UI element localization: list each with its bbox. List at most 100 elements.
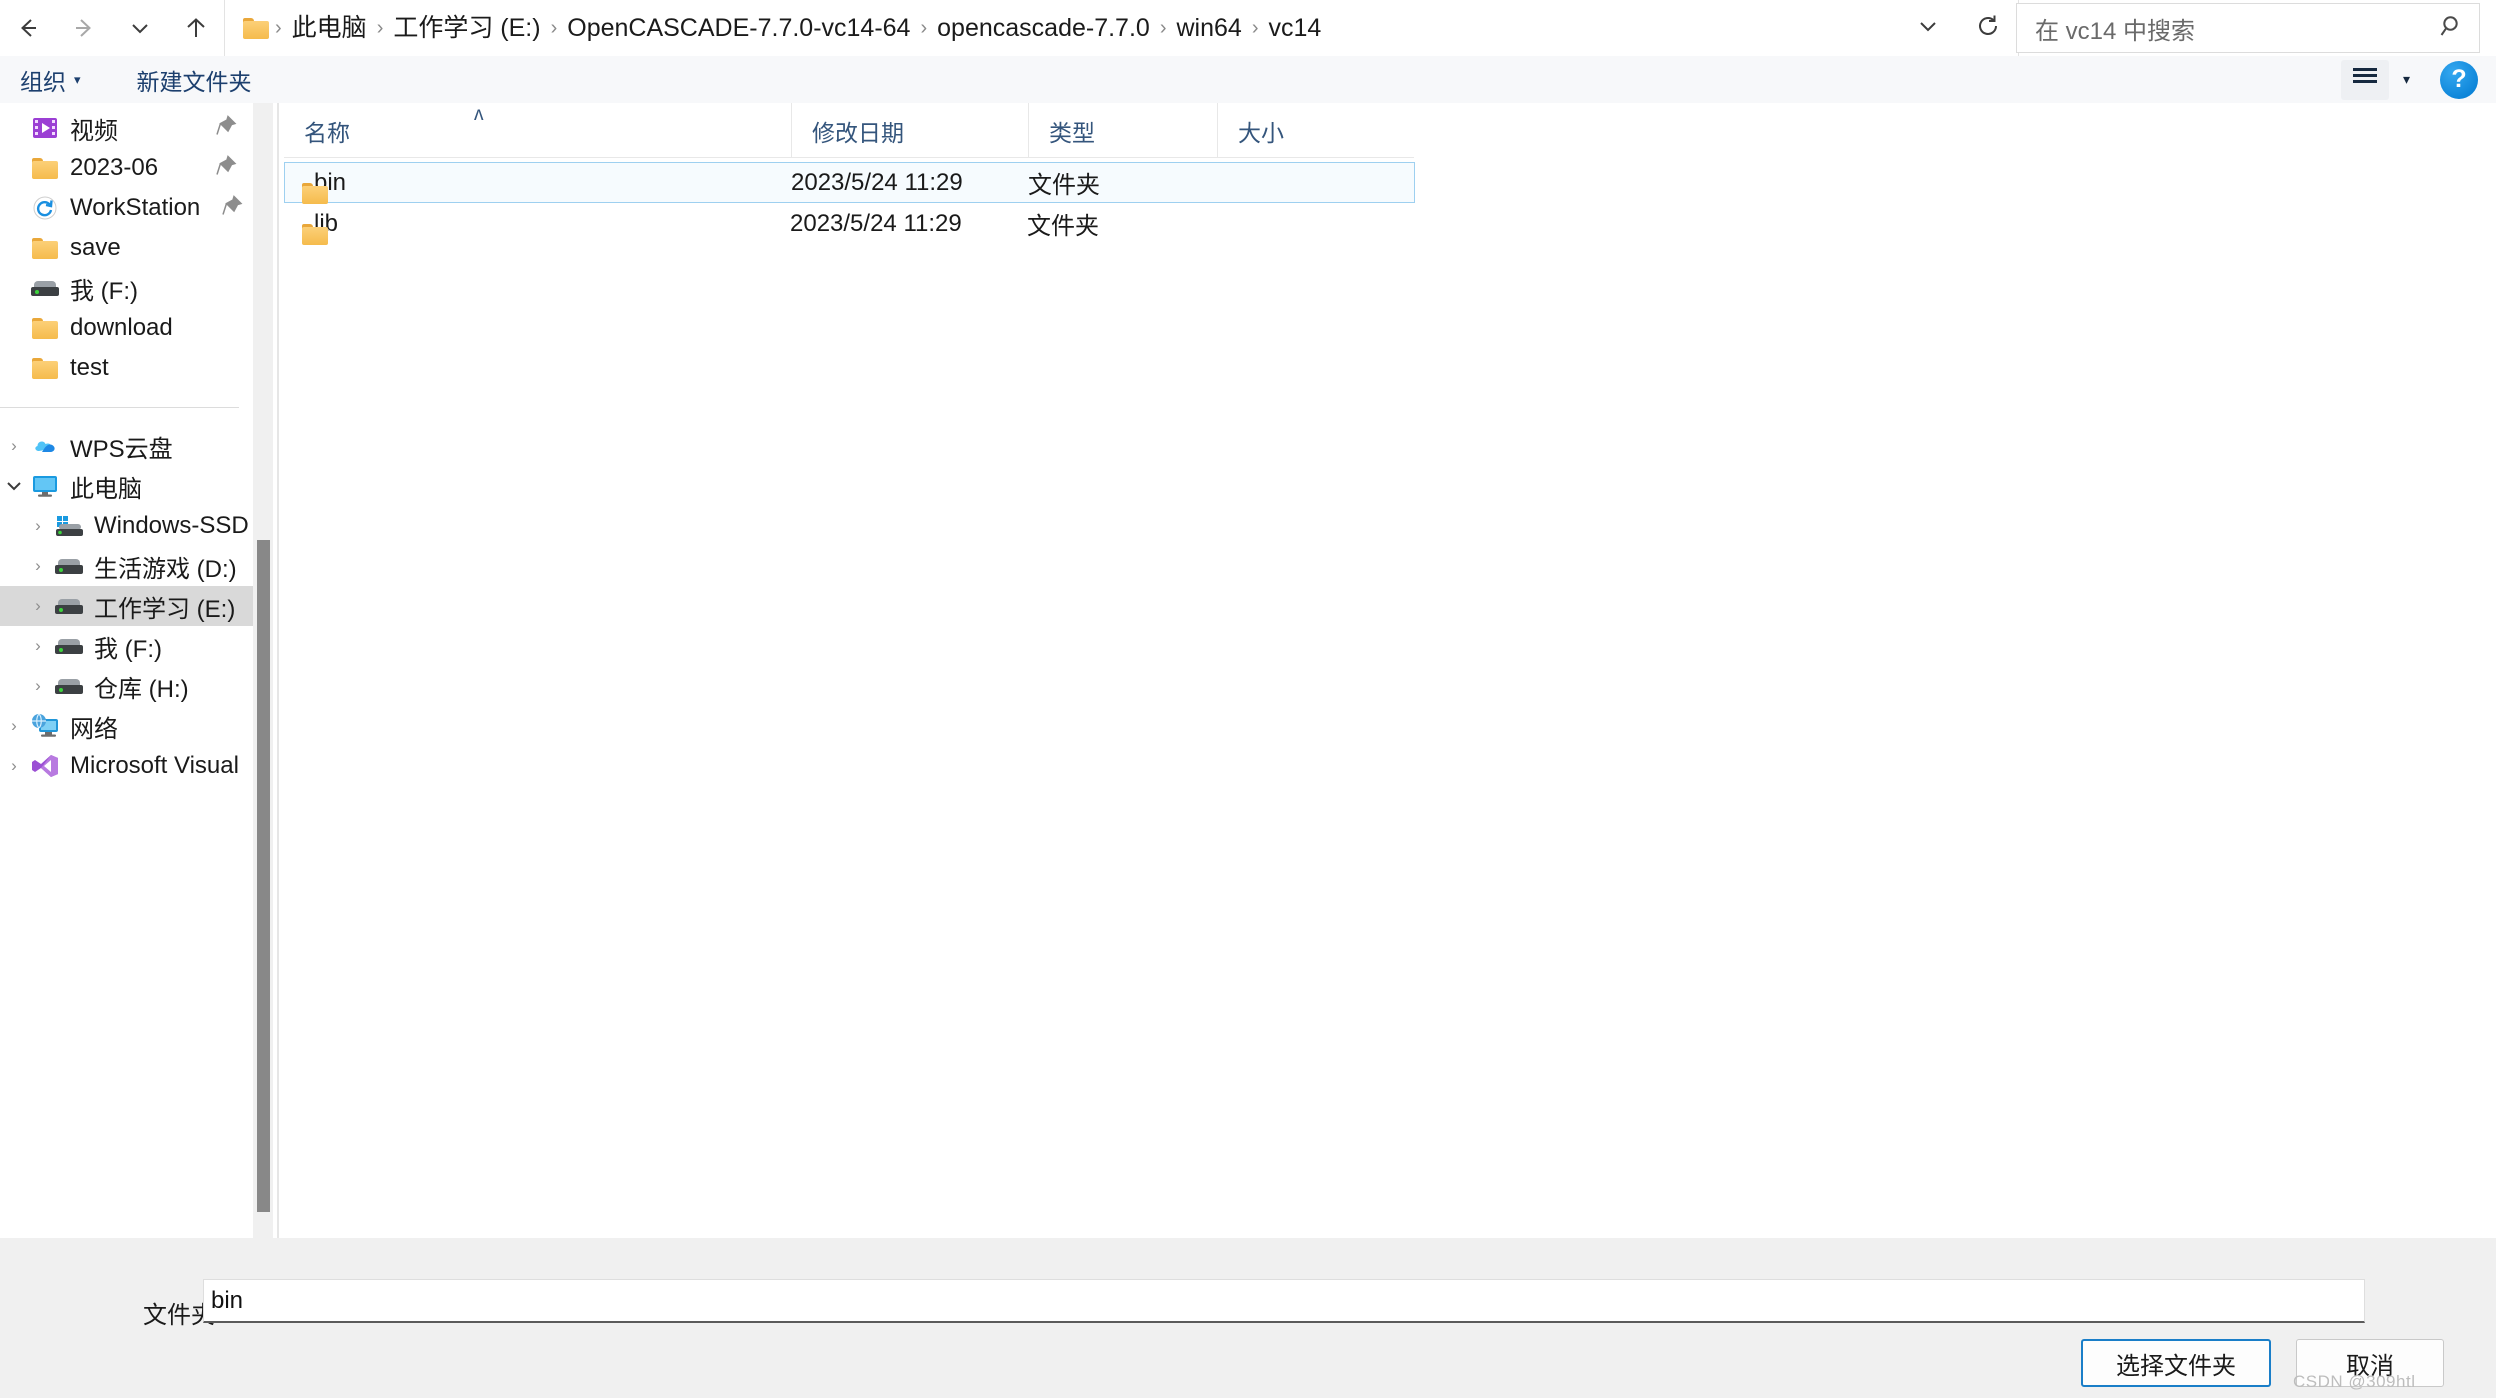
chevron-right-icon[interactable]: › [24,596,52,616]
column-header-date[interactable]: 修改日期 [791,103,1028,158]
address-dropdown-button[interactable] [1898,1,1958,55]
file-name-cell: bin [285,169,791,197]
breadcrumb-item-4[interactable]: win64 [1168,10,1249,47]
sidebar-item-video[interactable]: 视频 [0,108,253,148]
breadcrumb-separator: › [549,17,560,40]
this-pc-icon [28,474,62,498]
list-view-icon [2351,66,2379,93]
breadcrumb-separator: › [1250,17,1261,40]
help-button[interactable]: ? [2440,61,2478,99]
file-type: 文件夹 [1028,165,1217,200]
up-button[interactable] [168,0,224,56]
drive-icon [52,639,86,654]
chevron-down-icon[interactable] [0,477,28,495]
sidebar-item-label: 我 (F:) [94,629,162,664]
view-mode-button[interactable] [2341,60,2389,100]
sidebar-item-visual-studio[interactable]: › Microsoft Visual [0,746,253,786]
sidebar-item-label: save [70,234,121,262]
breadcrumb-item-5[interactable]: vc14 [1260,10,1329,47]
visual-studio-icon [28,752,62,780]
column-header-name[interactable]: ʌ 名称 [284,103,791,158]
search-box[interactable]: 在 vc14 中搜索 [2016,3,2480,53]
sync-folder-icon [28,195,62,221]
view-mode-chevron-down-icon[interactable]: ▾ [2403,71,2410,88]
pin-icon[interactable] [215,155,237,182]
organize-menu-button[interactable]: 组织 ▾ [6,56,95,103]
file-type: 文件夹 [1027,206,1216,241]
back-button[interactable] [0,0,56,56]
sidebar-item-h-drive[interactable]: › 仓库 (H:) [0,666,253,706]
chevron-down-icon: ▾ [74,72,81,88]
sidebar-item-network[interactable]: › 网络 [0,706,253,746]
chevron-down-icon [127,15,153,41]
chevron-right-icon[interactable]: › [0,436,28,456]
column-header-type[interactable]: 类型 [1028,103,1217,158]
folder-picker-dialog: › 此电脑 › 工作学习 (E:) › OpenCASCADE-7.7.0-vc… [0,0,2496,1398]
column-header-label: 修改日期 [812,114,904,148]
sidebar-item-test[interactable]: test [0,348,253,388]
chevron-right-icon[interactable]: › [0,756,28,776]
sidebar-scrollbar-thumb[interactable] [257,540,270,1212]
refresh-button[interactable] [1958,1,2018,55]
breadcrumb-separator: › [273,17,284,40]
navigation-pane: 视频 2023-06 WorkSta [0,103,253,1238]
up-arrow-icon [181,13,211,43]
column-header-size[interactable]: 大小 [1217,103,1397,158]
chevron-right-icon[interactable]: › [24,516,52,536]
folder-icon [28,318,62,339]
folder-name-value: bin [211,1287,243,1315]
wps-cloud-icon [28,435,62,457]
sidebar-item-label: 我 (F:) [70,271,138,306]
file-list-panel: ʌ 名称 修改日期 类型 大小 bin 2023/5/24 11:29 文件 [284,103,2496,1238]
column-header-label: 类型 [1049,114,1095,148]
pin-icon[interactable] [221,195,243,222]
table-row[interactable]: bin 2023/5/24 11:29 文件夹 [284,162,1415,203]
search-input[interactable]: 在 vc14 中搜索 [2035,11,2439,46]
file-name-cell: lib [284,210,790,238]
sidebar-item-d-drive[interactable]: › 生活游戏 (D:) [0,546,253,586]
sidebar-item-this-pc[interactable]: 此电脑 [0,466,253,506]
pane-splitter[interactable] [277,103,279,1238]
chevron-right-icon[interactable]: › [24,636,52,656]
sidebar-item-label: WorkStation [70,194,200,222]
sidebar-item-label: 此电脑 [70,469,142,504]
sidebar-item-f-drive[interactable]: 我 (F:) [0,268,253,308]
sidebar-item-label: test [70,354,109,382]
folder-icon [28,358,62,379]
address-folder-icon [243,18,269,39]
chevron-right-icon[interactable]: › [24,556,52,576]
folder-icon [28,238,62,259]
watermark: CSDN @309htl [2293,1372,2415,1392]
sidebar-item-2023-06[interactable]: 2023-06 [0,148,253,188]
chevron-right-icon[interactable]: › [0,716,28,736]
sidebar-item-save[interactable]: save [0,228,253,268]
sidebar-item-windows-ssd[interactable]: › Windows-SSD [0,506,253,546]
command-bar: 组织 ▾ 新建文件夹 ▾ ? [0,56,2496,103]
column-header-rule [284,157,1414,158]
sidebar-item-label: 仓库 (H:) [94,669,189,704]
sidebar-item-e-drive[interactable]: › 工作学习 (E:) [0,586,253,626]
sidebar-item-wps-cloud[interactable]: › WPS云盘 [0,426,253,466]
navigation-bar: › 此电脑 › 工作学习 (E:) › OpenCASCADE-7.7.0-vc… [0,0,2496,56]
forward-button[interactable] [56,0,112,56]
sidebar-item-workstation[interactable]: WorkStation [0,188,253,228]
breadcrumb-item-2[interactable]: OpenCASCADE-7.7.0-vc14-64 [559,10,918,47]
select-folder-button[interactable]: 选择文件夹 [2081,1339,2271,1387]
breadcrumb-item-0[interactable]: 此电脑 [284,10,375,47]
folder-name-input[interactable]: bin [203,1279,2365,1323]
breadcrumb-item-1[interactable]: 工作学习 (E:) [385,10,548,47]
sidebar-item-label: WPS云盘 [70,429,173,464]
sidebar-item-f-drive-tree[interactable]: › 我 (F:) [0,626,253,666]
recent-locations-button[interactable] [112,0,168,56]
new-folder-button[interactable]: 新建文件夹 [123,56,266,103]
table-row[interactable]: lib 2023/5/24 11:29 文件夹 [284,203,1415,244]
sidebar-item-label: 2023-06 [70,154,158,182]
sidebar-item-download[interactable]: download [0,308,253,348]
new-folder-label: 新建文件夹 [137,63,252,97]
address-bar[interactable]: › 此电脑 › 工作学习 (E:) › OpenCASCADE-7.7.0-vc… [224,0,2019,56]
drive-icon [52,599,86,614]
pin-icon[interactable] [215,115,237,142]
search-icon[interactable] [2439,13,2465,44]
breadcrumb-item-3[interactable]: opencascade-7.7.0 [929,10,1158,47]
chevron-right-icon[interactable]: › [24,676,52,696]
